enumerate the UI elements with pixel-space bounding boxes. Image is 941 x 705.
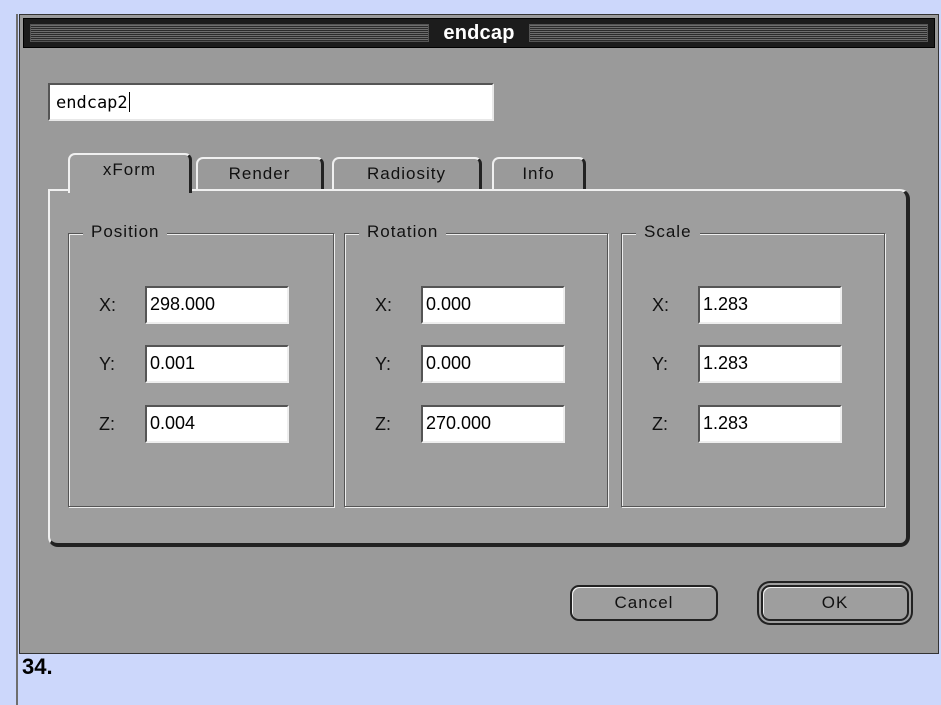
tab-radiosity[interactable]: Radiosity	[332, 157, 482, 191]
tab-render[interactable]: Render	[196, 157, 324, 191]
position-group: Position X: 298.000 Y: 0.001 Z: 0.004	[68, 222, 334, 507]
position-y-label: Y:	[99, 354, 116, 374]
xform-panel: Position X: 298.000 Y: 0.001 Z: 0.004 Ro…	[48, 189, 910, 547]
rotation-x-input[interactable]: 0.000	[421, 286, 565, 324]
cancel-button[interactable]: Cancel	[570, 585, 718, 621]
window-title: endcap	[443, 21, 515, 44]
scale-group: Scale X: 1.283 Y: 1.283 Z: 1.283	[621, 222, 885, 507]
title-bar-stripes-right	[528, 24, 929, 42]
rotation-x-row: X: 0.000	[345, 286, 607, 324]
position-z-row: Z: 0.004	[69, 405, 333, 443]
position-x-row: X: 298.000	[69, 286, 333, 324]
scale-z-input[interactable]: 1.283	[698, 405, 842, 443]
scale-y-input[interactable]: 1.283	[698, 345, 842, 383]
scale-x-input[interactable]: 1.283	[698, 286, 842, 324]
position-y-row: Y: 0.001	[69, 345, 333, 383]
page-left-rule	[16, 14, 18, 705]
scale-x-label: X:	[652, 295, 670, 315]
tab-info[interactable]: Info	[492, 157, 586, 191]
position-x-label: X:	[99, 295, 117, 315]
object-name-input[interactable]: endcap2	[48, 83, 494, 121]
rotation-label: Rotation	[359, 222, 447, 242]
rotation-y-label: Y:	[375, 354, 392, 374]
rotation-z-label: Z:	[375, 414, 391, 434]
title-bar-stripes-left	[30, 24, 430, 42]
rotation-z-input[interactable]: 270.000	[421, 405, 565, 443]
scale-y-label: Y:	[652, 354, 669, 374]
scale-label: Scale	[636, 222, 700, 242]
position-z-input[interactable]: 0.004	[145, 405, 289, 443]
text-caret	[128, 92, 130, 112]
position-label: Position	[83, 222, 168, 242]
rotation-y-input[interactable]: 0.000	[421, 345, 565, 383]
ok-button[interactable]: OK	[761, 585, 909, 621]
scale-y-row: Y: 1.283	[622, 345, 884, 383]
position-z-label: Z:	[99, 414, 115, 434]
object-name-value: endcap2	[56, 93, 128, 113]
position-y-input[interactable]: 0.001	[145, 345, 289, 383]
rotation-z-row: Z: 270.000	[345, 405, 607, 443]
rotation-group: Rotation X: 0.000 Y: 0.000 Z: 270.000	[344, 222, 608, 507]
figure-caption: 34.	[22, 654, 53, 679]
scale-z-label: Z:	[652, 414, 668, 434]
title-bar[interactable]: endcap	[23, 18, 935, 48]
tab-xform[interactable]: xForm	[68, 153, 192, 193]
rotation-x-label: X:	[375, 295, 393, 315]
rotation-y-row: Y: 0.000	[345, 345, 607, 383]
scale-z-row: Z: 1.283	[622, 405, 884, 443]
endcap-dialog: endcap endcap2 xForm Render Radiosity In…	[19, 14, 939, 654]
position-x-input[interactable]: 298.000	[145, 286, 289, 324]
scale-x-row: X: 1.283	[622, 286, 884, 324]
